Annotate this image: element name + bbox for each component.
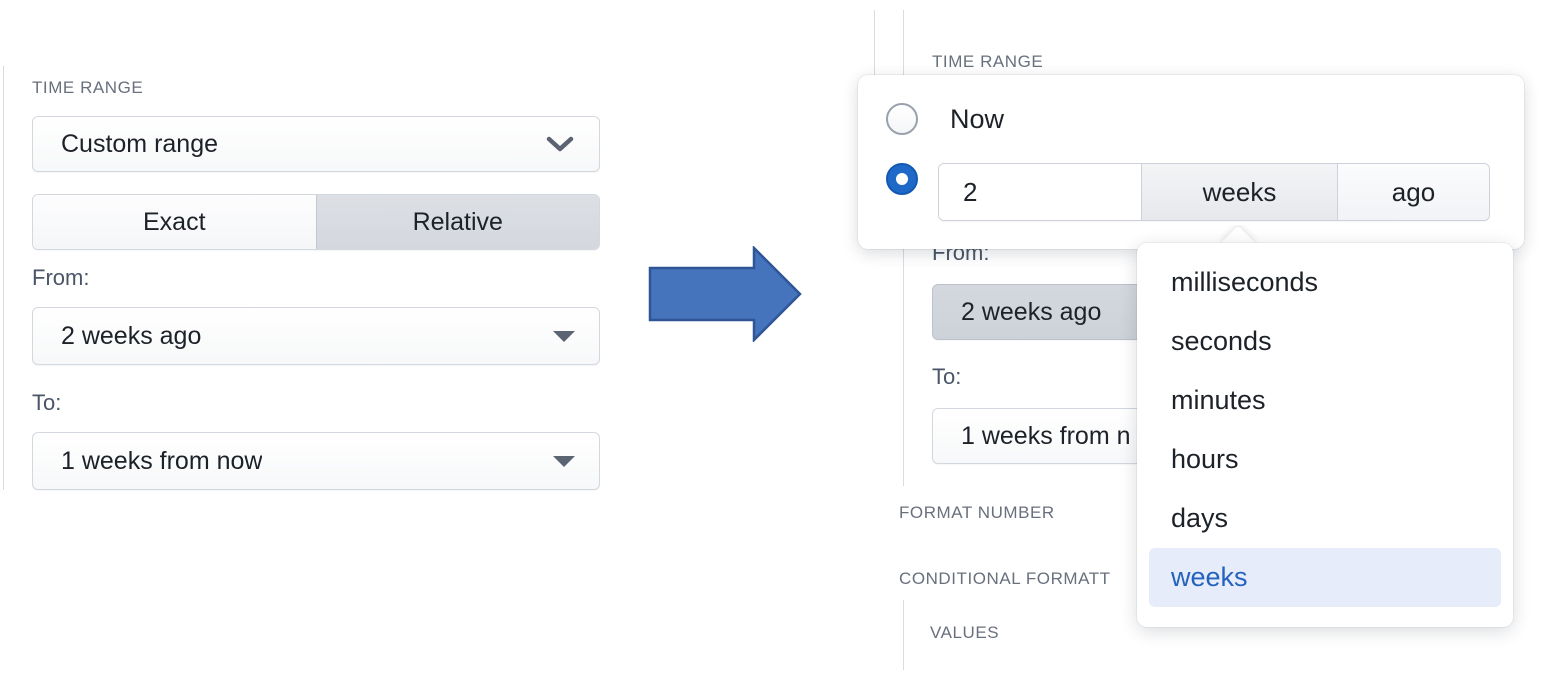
- relative-option-row[interactable]: [886, 163, 918, 195]
- panel-rail-fields: [903, 248, 904, 486]
- chevron-down-icon: [545, 134, 575, 154]
- time-range-section-label: TIME RANGE: [32, 78, 144, 97]
- unit-options-dropdown: milliseconds seconds minutes hours days …: [1137, 243, 1513, 627]
- now-option-label: Now: [950, 103, 1005, 134]
- time-range-preset-select[interactable]: Custom range: [32, 116, 600, 172]
- relative-radio-button[interactable]: [886, 163, 918, 195]
- right-from-value-text: 2 weeks ago: [961, 297, 1102, 326]
- dropdown-item-seconds[interactable]: seconds: [1149, 312, 1501, 371]
- right-time-range-section-label: TIME RANGE: [932, 52, 1044, 71]
- from-value-select[interactable]: 2 weeks ago: [32, 307, 600, 365]
- right-arrow-icon: [648, 246, 802, 342]
- unit-dropdown-button[interactable]: weeks: [1141, 164, 1338, 220]
- dropdown-item-weeks[interactable]: weeks: [1149, 548, 1501, 607]
- conditional-formatting-section-label: CONDITIONAL FORMATT: [899, 569, 1111, 588]
- now-radio-button[interactable]: [886, 103, 918, 135]
- relative-amount-input[interactable]: [939, 164, 1141, 220]
- relative-toggle-button[interactable]: Relative: [315, 195, 599, 249]
- dropdown-item-days[interactable]: days: [1149, 489, 1501, 548]
- to-value-text: 1 weeks from now: [61, 446, 263, 475]
- relative-time-popover: Now weeks ago: [858, 75, 1524, 249]
- panel-left-rail: [3, 66, 4, 490]
- relative-time-input-group[interactable]: weeks ago: [938, 163, 1490, 221]
- format-number-section-label: FORMAT NUMBER: [899, 503, 1055, 522]
- time-range-preset-value: Custom range: [61, 129, 219, 158]
- to-field-label: To:: [32, 390, 62, 415]
- left-settings-panel: TIME RANGE Custom range Exact Relative F…: [0, 0, 640, 698]
- from-field-label: From:: [32, 265, 90, 290]
- right-to-value-text: 1 weeks from n: [961, 421, 1131, 450]
- panel-rail-values: [903, 600, 904, 670]
- exact-toggle-button[interactable]: Exact: [33, 195, 316, 249]
- dropdown-item-hours[interactable]: hours: [1149, 430, 1501, 489]
- dropdown-item-milliseconds[interactable]: milliseconds: [1149, 253, 1501, 312]
- now-option-row[interactable]: Now: [886, 103, 1004, 135]
- triangle-down-icon: [553, 330, 575, 342]
- dropdown-item-minutes[interactable]: minutes: [1149, 371, 1501, 430]
- right-to-field-label: To:: [932, 364, 962, 389]
- to-value-select[interactable]: 1 weeks from now: [32, 432, 600, 490]
- direction-dropdown-button[interactable]: ago: [1338, 164, 1489, 220]
- values-section-label: VALUES: [930, 623, 1000, 642]
- from-value-text: 2 weeks ago: [61, 321, 202, 350]
- dropdown-caret-icon: [1215, 225, 1261, 245]
- exact-relative-toggle-group[interactable]: Exact Relative: [32, 194, 600, 250]
- triangle-down-icon: [553, 455, 575, 467]
